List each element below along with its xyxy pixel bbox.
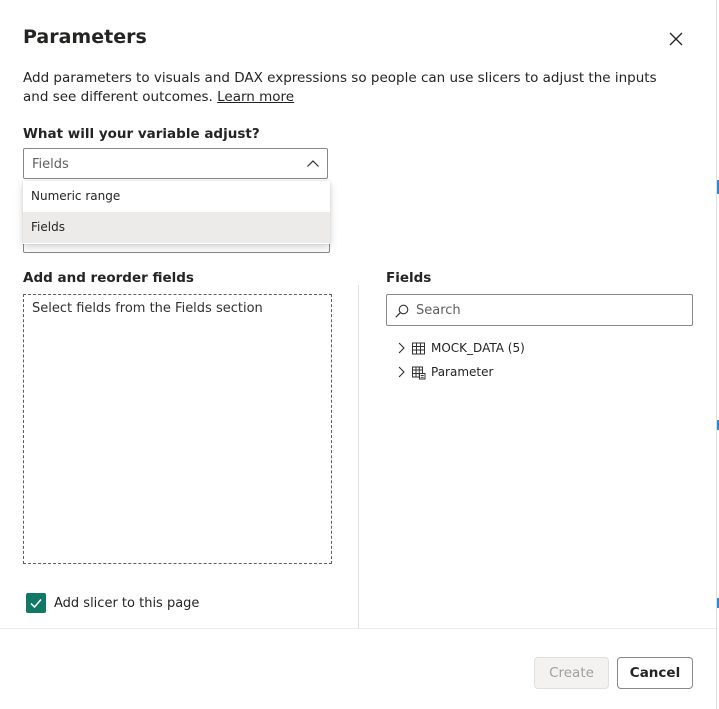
fields-drop-zone[interactable]: Select fields from the Fields section [23, 294, 332, 564]
checkmark-icon [30, 599, 42, 609]
option-fields[interactable]: Fields [23, 212, 330, 243]
option-numeric-range[interactable]: Numeric range [23, 181, 330, 212]
variable-type-select[interactable]: Fields [23, 148, 328, 179]
chevron-right-icon [398, 366, 405, 378]
create-button[interactable]: Create [534, 657, 609, 689]
parameters-dialog: Parameters Add parameters to visuals and… [0, 0, 717, 709]
search-icon [395, 304, 409, 318]
chevron-up-icon [307, 160, 319, 167]
learn-more-link[interactable]: Learn more [217, 89, 294, 105]
close-icon [669, 32, 683, 46]
fields-search-input[interactable]: Search [386, 294, 693, 326]
table-icon [412, 342, 425, 354]
search-placeholder: Search [416, 303, 461, 318]
tree-item-label: Parameter [431, 365, 494, 379]
close-button[interactable] [664, 27, 688, 51]
footer-divider [0, 628, 716, 629]
select-value: Fields [32, 157, 69, 172]
cancel-button[interactable]: Cancel [617, 657, 693, 689]
tree-item-mock-data[interactable]: MOCK_DATA (5) [394, 338, 525, 358]
variable-question-label: What will your variable adjust? [23, 126, 260, 142]
description-text: Add parameters to visuals and DAX expres… [23, 70, 657, 105]
calculated-table-icon [412, 366, 426, 379]
dialog-description: Add parameters to visuals and DAX expres… [23, 69, 683, 107]
variable-type-dropdown: Numeric range Fields [23, 181, 330, 244]
chevron-right-icon [398, 342, 405, 354]
add-reorder-fields-label: Add and reorder fields [23, 270, 194, 286]
add-slicer-option: Add slicer to this page [26, 593, 199, 613]
fields-label: Fields [386, 270, 432, 286]
tree-item-label: MOCK_DATA (5) [431, 341, 525, 355]
tree-item-parameter[interactable]: Parameter [394, 362, 493, 382]
add-slicer-label: Add slicer to this page [54, 595, 200, 611]
add-slicer-checkbox[interactable] [26, 593, 46, 613]
dialog-title: Parameters [23, 26, 147, 48]
panel-divider [358, 285, 359, 628]
drop-zone-placeholder: Select fields from the Fields section [32, 301, 263, 316]
